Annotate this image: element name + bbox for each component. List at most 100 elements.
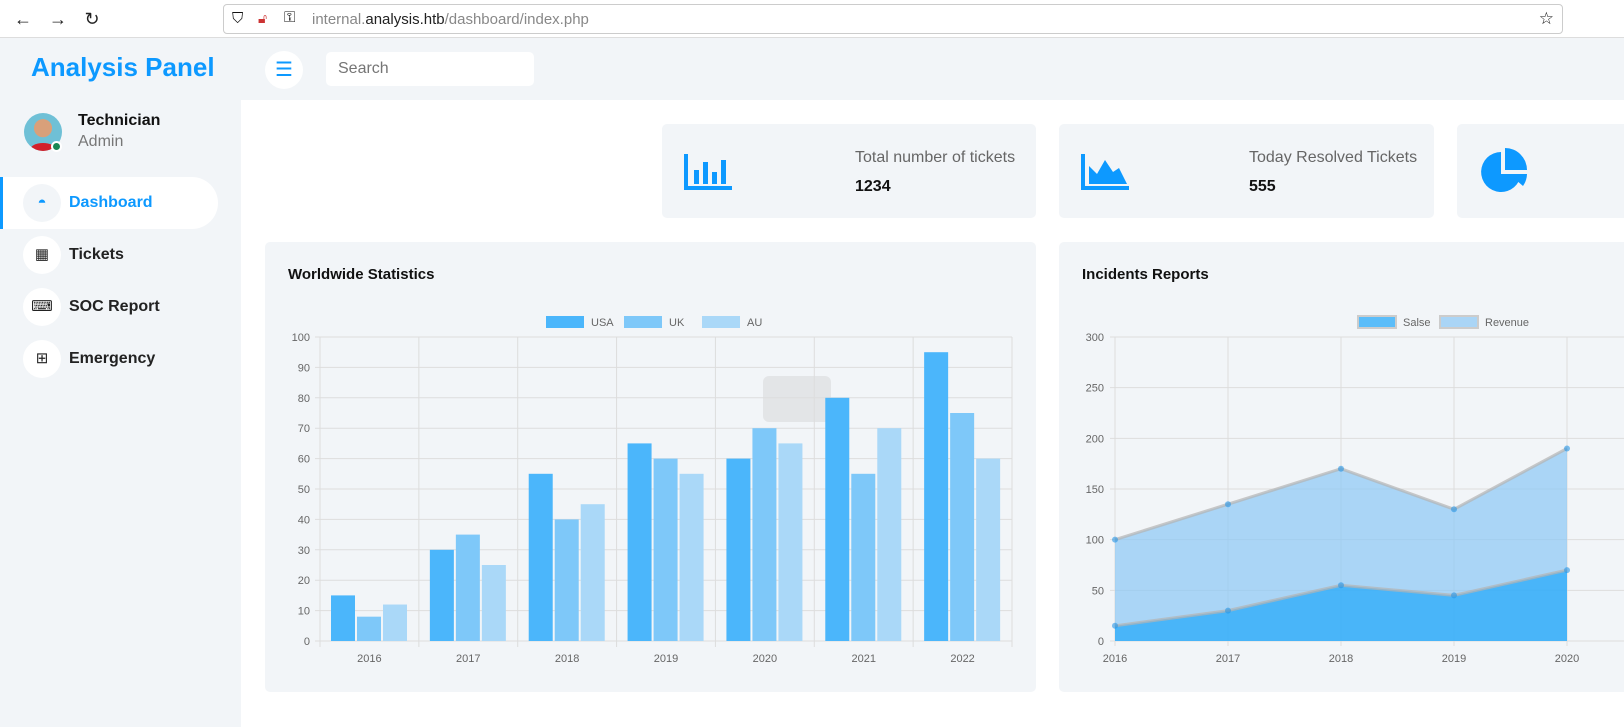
legend-swatch [702, 316, 740, 328]
pie-chart-icon [1481, 148, 1527, 192]
y-tick-label: 250 [1086, 383, 1104, 395]
brand-logo[interactable]: Analysis Panel [31, 52, 215, 83]
x-tick-label: 2020 [1555, 653, 1579, 665]
x-tick-label: 2019 [1442, 653, 1466, 665]
y-tick-label: 0 [1098, 636, 1104, 648]
stat-value: 555 [1249, 178, 1276, 195]
y-tick-label: 100 [1086, 535, 1104, 547]
y-tick-label: 50 [1092, 585, 1104, 597]
x-tick-label: 2017 [1216, 653, 1240, 665]
sidebar-item-tickets[interactable]: ▦ Tickets [0, 229, 218, 281]
x-tick-label: 2022 [950, 653, 974, 665]
shield-icon[interactable]: ⛉ [232, 10, 243, 27]
bar-uk [851, 473, 876, 641]
y-tick-label: 200 [1086, 433, 1104, 445]
sidebar-item-label: Dashboard [69, 194, 153, 211]
back-icon[interactable]: ← [12, 8, 34, 30]
menu-toggle-button[interactable]: ☰ [265, 51, 303, 89]
data-point [1564, 445, 1570, 452]
hamburger-icon: ☰ [275, 59, 293, 81]
x-tick-label: 2019 [654, 653, 678, 665]
x-tick-label: 2016 [357, 653, 381, 665]
bar-usa [528, 473, 553, 641]
browser-toolbar: ← → ↻ ⛉ 🔓︎ ⚿ internal.analysis.htb/dashb… [0, 0, 1624, 38]
gauge-icon: ◓ [23, 184, 61, 222]
stat-value: 1234 [855, 178, 891, 195]
sidebar-item-label: Tickets [69, 246, 124, 263]
bar-usa [627, 443, 652, 641]
data-point [1112, 536, 1118, 543]
area-chart-icon [1081, 154, 1129, 190]
legend-label: Salse [1403, 317, 1431, 329]
reload-icon[interactable]: ↻ [81, 8, 103, 30]
legend-label: AU [747, 317, 762, 329]
url-text[interactable]: internal.analysis.htb/dashboard/index.ph… [312, 11, 589, 28]
search-input[interactable] [326, 52, 534, 86]
sidebar-item-emergency[interactable]: ⊞ Emergency [0, 333, 218, 385]
sidebar-item-label: Emergency [69, 350, 156, 367]
data-point [1338, 582, 1344, 589]
bar-uk [455, 534, 480, 641]
legend-swatch [546, 316, 584, 328]
x-tick-label: 2021 [851, 653, 875, 665]
bar-usa [924, 352, 949, 641]
data-point [1338, 465, 1344, 472]
y-tick-label: 40 [298, 514, 310, 526]
legend-swatch [1439, 315, 1479, 329]
bar-uk [950, 413, 975, 641]
stat-title: Today Resolved Tickets [1249, 149, 1418, 166]
data-point [1451, 506, 1457, 513]
user-role: Admin [78, 133, 124, 150]
bar-uk [653, 458, 678, 641]
y-tick-label: 30 [298, 545, 310, 557]
forward-icon[interactable]: → [47, 8, 69, 30]
y-tick-label: 70 [298, 423, 310, 435]
data-point [1225, 501, 1231, 508]
sidebar-item-label: SOC Report [69, 298, 160, 315]
bar-au [383, 604, 407, 641]
insecure-lock-icon[interactable]: 🔓︎ [258, 10, 267, 27]
stat-card-resolved-tickets: Today Resolved Tickets 555 [1059, 124, 1434, 218]
stat-title: Total number of tickets [855, 149, 1016, 166]
sidebar-item-soc-report[interactable]: ⌨ SOC Report [0, 281, 218, 333]
legend-swatch [624, 316, 662, 328]
table-icon: ⊞ [23, 340, 61, 378]
data-point [1451, 592, 1457, 599]
y-tick-label: 60 [298, 454, 310, 466]
bar-usa [429, 549, 454, 641]
address-bar[interactable]: ⛉ 🔓︎ ⚿ internal.analysis.htb/dashboard/i… [223, 4, 1563, 34]
bar-au [679, 473, 704, 641]
bar-au [976, 458, 1001, 641]
stat-card-total-tickets: Total number of tickets 1234 [662, 124, 1036, 218]
sidebar-item-dashboard[interactable]: ◓ Dashboard [0, 177, 218, 229]
y-tick-label: 300 [1086, 332, 1104, 344]
stat-card-3 [1457, 124, 1624, 218]
legend-label: USA [591, 317, 614, 329]
legend-label: UK [669, 317, 685, 329]
bar-usa [726, 458, 751, 641]
y-tick-label: 20 [298, 575, 310, 587]
y-tick-label: 90 [298, 362, 310, 374]
data-point [1112, 622, 1118, 629]
keyboard-icon: ⌨ [23, 288, 61, 326]
y-tick-label: 80 [298, 393, 310, 405]
x-tick-label: 2017 [456, 653, 480, 665]
bar-au [877, 428, 902, 641]
bar-uk [554, 519, 579, 641]
y-tick-label: 150 [1086, 484, 1104, 496]
bar-usa [825, 397, 850, 641]
y-tick-label: 50 [298, 484, 310, 496]
bookmark-star-icon[interactable]: ☆ [1539, 9, 1554, 29]
panel-title: Worldwide Statistics [288, 266, 435, 283]
legend-swatch [1357, 315, 1397, 329]
bar-uk [752, 428, 777, 641]
bar-au [481, 565, 506, 641]
data-point [1564, 567, 1570, 574]
bar-chart-icon [684, 154, 732, 190]
key-icon[interactable]: ⚿ [284, 9, 295, 26]
panel-title: Incidents Reports [1082, 266, 1209, 283]
x-tick-label: 2020 [753, 653, 777, 665]
x-tick-label: 2016 [1103, 653, 1127, 665]
x-tick-label: 2018 [1329, 653, 1353, 665]
y-tick-label: 100 [292, 332, 310, 344]
